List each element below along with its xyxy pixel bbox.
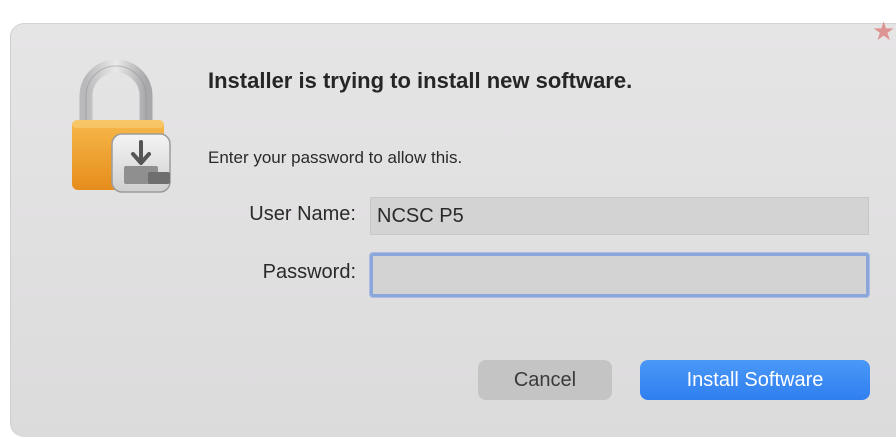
password-label: Password: bbox=[262, 261, 356, 283]
star-icon: ★ bbox=[872, 16, 896, 46]
lock-icon bbox=[62, 56, 182, 206]
dialog-message: Enter your password to allow this. bbox=[208, 148, 463, 167]
cancel-button[interactable]: Cancel bbox=[478, 360, 612, 400]
ncsc-watermark-logo: ★ bbox=[752, 18, 896, 88]
username-field[interactable] bbox=[370, 197, 869, 235]
dialog-title: Installer is trying to install new softw… bbox=[208, 68, 633, 93]
install-software-button[interactable]: Install Software bbox=[640, 360, 870, 400]
password-field[interactable] bbox=[370, 253, 869, 297]
username-label: User Name: bbox=[249, 203, 356, 225]
